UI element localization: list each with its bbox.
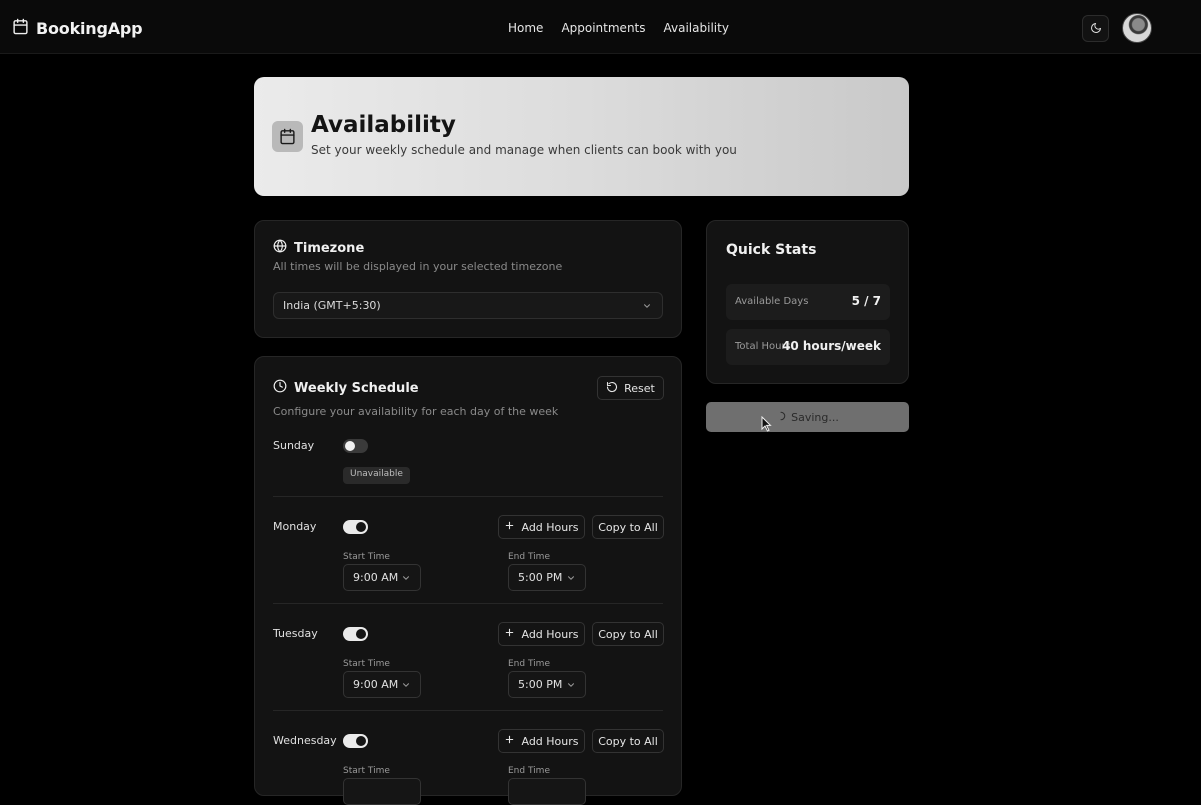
divider — [273, 603, 663, 604]
timezone-description: All times will be displayed in your sele… — [273, 260, 563, 273]
day-label-sunday: Sunday — [273, 439, 315, 452]
chevron-down-icon — [401, 680, 411, 693]
nav-links: Home Appointments Availability — [508, 21, 729, 35]
add-hours-label: Add Hours — [521, 734, 579, 748]
calendar-icon — [272, 121, 303, 152]
available-days-value: 5 / 7 — [851, 294, 881, 308]
start-time-value: 9:00 AM — [353, 678, 399, 691]
total-hours-value: 40 hours/week — [782, 339, 881, 353]
toggle-sunday[interactable] — [343, 439, 368, 453]
plus-icon — [504, 627, 515, 641]
add-hours-button-tuesday[interactable]: Add Hours — [498, 622, 585, 646]
reset-button[interactable]: Reset — [597, 376, 664, 400]
end-time-value: 5:00 PM — [518, 571, 563, 584]
weekly-schedule-card: Weekly Schedule Configure your availabil… — [254, 356, 682, 805]
theme-toggle-button[interactable] — [1082, 15, 1109, 42]
nav-link-appointments[interactable]: Appointments — [561, 21, 645, 35]
unavailable-badge: Unavailable — [343, 467, 410, 484]
start-time-label: Start Time — [343, 659, 390, 669]
chevron-down-icon — [401, 573, 411, 586]
start-time-select-tuesday[interactable]: 9:00 AM — [343, 671, 421, 698]
moon-icon — [1090, 19, 1102, 38]
schedule-title: Weekly Schedule — [273, 379, 419, 397]
quick-stats-card: Quick Stats Available Days 5 / 7 Total H… — [706, 220, 909, 384]
available-days-label: Available Days — [735, 296, 809, 307]
save-button[interactable]: Saving... — [706, 402, 909, 432]
user-avatar[interactable] — [1122, 13, 1152, 43]
start-time-value: 9:00 AM — [353, 571, 399, 584]
nav-link-home[interactable]: Home — [508, 21, 543, 35]
divider — [273, 710, 663, 711]
add-hours-button-wednesday[interactable]: Add Hours — [498, 729, 585, 753]
timezone-title: Timezone — [273, 239, 364, 257]
mouse-cursor-icon — [761, 415, 772, 436]
schedule-title-text: Weekly Schedule — [294, 380, 419, 396]
timezone-title-text: Timezone — [294, 240, 365, 256]
divider — [273, 496, 663, 497]
page-subtitle: Set your weekly schedule and manage when… — [311, 143, 737, 157]
timezone-card: Timezone All times will be displayed in … — [254, 220, 682, 338]
end-time-label: End Time — [508, 552, 550, 562]
chevron-down-icon — [642, 301, 652, 314]
chevron-down-icon — [566, 680, 576, 693]
timezone-select[interactable]: India (GMT+5:30) — [273, 292, 663, 319]
total-hours-stat: Total Hours 40 hours/week — [726, 329, 890, 365]
clock-icon — [273, 379, 287, 397]
copy-to-all-button-monday[interactable]: Copy to All — [592, 515, 664, 539]
globe-icon — [273, 239, 287, 257]
nav-link-availability[interactable]: Availability — [664, 21, 729, 35]
spinner-icon — [776, 411, 786, 424]
toggle-tuesday[interactable] — [343, 627, 368, 641]
copy-to-all-label: Copy to All — [598, 520, 658, 534]
add-hours-button-monday[interactable]: Add Hours — [498, 515, 585, 539]
copy-to-all-label: Copy to All — [598, 734, 658, 748]
start-time-label: Start Time — [343, 552, 390, 562]
schedule-description: Configure your availability for each day… — [273, 405, 559, 418]
chevron-down-icon — [566, 573, 576, 586]
end-time-select-tuesday[interactable]: 5:00 PM — [508, 671, 586, 698]
timezone-selected-value: India (GMT+5:30) — [283, 299, 381, 312]
end-time-select-wednesday[interactable] — [508, 778, 586, 805]
reset-label: Reset — [624, 381, 655, 395]
end-time-label: End Time — [508, 659, 550, 669]
plus-icon — [504, 520, 515, 534]
add-hours-label: Add Hours — [521, 520, 579, 534]
start-time-label: Start Time — [343, 766, 390, 776]
toggle-monday[interactable] — [343, 520, 368, 534]
add-hours-label: Add Hours — [521, 627, 579, 641]
end-time-value: 5:00 PM — [518, 678, 563, 691]
available-days-stat: Available Days 5 / 7 — [726, 284, 890, 320]
copy-to-all-label: Copy to All — [598, 627, 658, 641]
calendar-icon — [12, 18, 29, 39]
page-title: Availability — [311, 112, 456, 138]
start-time-select-wednesday[interactable] — [343, 778, 421, 805]
quick-stats-title: Quick Stats — [726, 242, 817, 258]
copy-to-all-button-tuesday[interactable]: Copy to All — [592, 622, 664, 646]
brand[interactable]: BookingApp — [12, 18, 143, 39]
end-time-label: End Time — [508, 766, 550, 776]
page-header: Availability Set your weekly schedule an… — [254, 77, 909, 196]
save-button-label: Saving... — [791, 410, 839, 424]
copy-to-all-button-wednesday[interactable]: Copy to All — [592, 729, 664, 753]
end-time-select-monday[interactable]: 5:00 PM — [508, 564, 586, 591]
reset-icon — [606, 381, 618, 396]
top-navbar: BookingApp Home Appointments Availabilit… — [0, 0, 1201, 54]
plus-icon — [504, 734, 515, 748]
toggle-wednesday[interactable] — [343, 734, 368, 748]
start-time-select-monday[interactable]: 9:00 AM — [343, 564, 421, 591]
brand-name: BookingApp — [36, 19, 143, 38]
day-label-wednesday: Wednesday — [273, 734, 337, 747]
day-label-monday: Monday — [273, 520, 317, 533]
day-label-tuesday: Tuesday — [273, 627, 318, 640]
